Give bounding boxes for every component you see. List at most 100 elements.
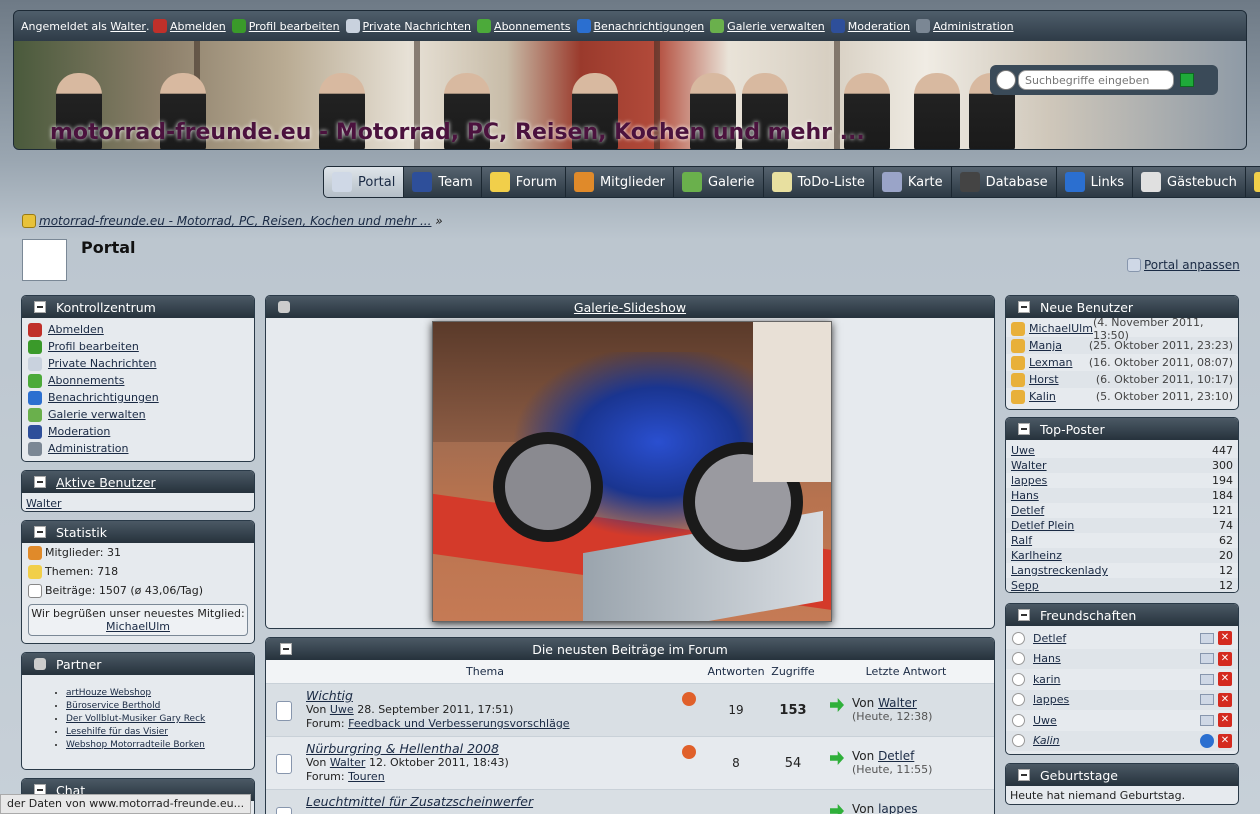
nav-tab-g-stebuch[interactable]: Gästebuch (1133, 167, 1246, 197)
delete-icon[interactable]: ✕ (1218, 713, 1232, 728)
minimize-icon[interactable] (280, 643, 292, 655)
slideshow-image[interactable] (432, 321, 832, 622)
search-icon[interactable] (996, 70, 1016, 90)
top-poster-link[interactable]: Ralf (1011, 534, 1032, 547)
nav-tab-forum[interactable]: Forum (482, 167, 566, 197)
nav-tab-karte[interactable]: Karte (874, 167, 952, 197)
top-poster-link[interactable]: Hans (1011, 489, 1039, 502)
control-center-link[interactable]: Galerie verwalten (48, 408, 146, 421)
envelope-icon[interactable] (1200, 694, 1214, 706)
user-bar-link[interactable]: Abmelden (170, 20, 226, 33)
partner-link[interactable]: Der Vollblut-Musiker Gary Reck (66, 714, 205, 724)
nav-tab-links[interactable]: Links (1057, 167, 1134, 197)
topic-forum-link[interactable]: Touren (348, 770, 385, 783)
top-poster-link[interactable]: Detlef Plein (1011, 519, 1074, 532)
delete-icon[interactable]: ✕ (1218, 733, 1232, 748)
topic-title-link[interactable]: Leuchtmittel für Zusatzscheinwerfer (306, 795, 533, 809)
nav-tab-portal[interactable]: Portal (324, 167, 405, 197)
delete-icon[interactable]: ✕ (1218, 672, 1232, 687)
minimize-icon[interactable] (1018, 301, 1030, 313)
status-radio-icon[interactable] (1012, 631, 1025, 645)
topic-title-link[interactable]: Wichtig (306, 689, 570, 703)
control-center-link[interactable]: Administration (48, 442, 129, 455)
minimize-icon[interactable] (1018, 769, 1030, 781)
new-user-link[interactable]: Lexman (1029, 356, 1072, 369)
top-poster-link[interactable]: Karlheinz (1011, 549, 1062, 562)
last-reply-user-link[interactable]: lappes (878, 802, 918, 814)
help-icon[interactable] (1200, 733, 1214, 748)
status-radio-icon[interactable] (1012, 713, 1025, 727)
control-center-link[interactable]: Private Nachrichten (48, 357, 157, 370)
friend-link[interactable]: Hans (1033, 652, 1061, 665)
nav-tab-todo-liste[interactable]: ToDo-Liste (764, 167, 874, 197)
user-bar-link[interactable]: Benachrichtigungen (594, 20, 705, 33)
new-user-link[interactable]: Kalin (1029, 390, 1056, 403)
nav-tab-team[interactable]: Team (404, 167, 482, 197)
status-radio-icon[interactable] (1012, 652, 1025, 666)
minimize-icon[interactable] (1018, 609, 1030, 621)
envelope-icon[interactable] (1200, 714, 1214, 726)
partner-link[interactable]: Lesehilfe für das Visier (66, 727, 168, 737)
partner-link[interactable]: Webshop Motorradteile Borken (66, 740, 205, 750)
slideshow-title-link[interactable]: Galerie-Slideshow (574, 300, 686, 315)
nav-tab-chat[interactable]: Chat (1246, 167, 1260, 197)
top-poster-link[interactable]: Detlef (1011, 504, 1044, 517)
control-center-link[interactable]: Abmelden (48, 323, 104, 336)
delete-icon[interactable]: ✕ (1218, 651, 1232, 666)
envelope-icon[interactable] (1200, 653, 1214, 665)
user-bar-link[interactable]: Moderation (848, 20, 910, 33)
partner-link[interactable]: Büroservice Berthold (66, 701, 160, 711)
friend-link[interactable]: Kalin (1033, 734, 1060, 747)
control-center-link[interactable]: Abonnements (48, 374, 124, 387)
current-user-link[interactable]: Walter (110, 20, 146, 33)
nav-tab-mitglieder[interactable]: Mitglieder (566, 167, 674, 197)
user-bar-link[interactable]: Profil bearbeiten (249, 20, 340, 33)
user-bar-link[interactable]: Abonnements (494, 20, 570, 33)
topic-author-link[interactable]: Walter (330, 756, 366, 769)
minimize-icon[interactable] (34, 526, 46, 538)
new-user-link[interactable]: MichaelUlm (1029, 322, 1093, 335)
search-submit-icon[interactable] (1180, 73, 1194, 87)
friend-link[interactable]: karin (1033, 673, 1060, 686)
friend-link[interactable]: Uwe (1033, 714, 1057, 727)
arrow-right-icon[interactable] (830, 804, 844, 814)
arrow-right-icon[interactable] (830, 698, 844, 712)
arrow-right-icon[interactable] (830, 751, 844, 765)
topic-title-link[interactable]: Nürburgring & Hellenthal 2008 (306, 742, 509, 756)
user-bar-link[interactable]: Galerie verwalten (727, 20, 825, 33)
delete-icon[interactable]: ✕ (1218, 631, 1232, 646)
new-user-link[interactable]: Manja (1029, 339, 1062, 352)
top-poster-link[interactable]: lappes (1011, 474, 1047, 487)
control-center-link[interactable]: Benachrichtigungen (48, 391, 159, 404)
nav-tab-database[interactable]: Database (952, 167, 1057, 197)
topic-forum-link[interactable]: Feedback und Verbesserungsvorschläge (348, 717, 569, 730)
status-radio-icon[interactable] (1012, 693, 1025, 707)
newest-member-link[interactable]: MichaelUlm (106, 620, 170, 633)
top-poster-link[interactable]: Langstreckenlady (1011, 564, 1108, 577)
customize-portal-link[interactable]: Portal anpassen (1144, 258, 1240, 272)
envelope-icon[interactable] (1200, 673, 1214, 685)
status-radio-icon[interactable] (1012, 734, 1025, 748)
friend-link[interactable]: Detlef (1033, 632, 1066, 645)
control-center-link[interactable]: Profil bearbeiten (48, 340, 139, 353)
search-input[interactable] (1018, 70, 1174, 90)
minimize-icon[interactable] (34, 476, 46, 488)
breadcrumb-home-link[interactable]: motorrad-freunde.eu - Motorrad, PC, Reis… (39, 214, 431, 228)
partner-link[interactable]: artHouze Webshop (66, 688, 151, 698)
top-poster-link[interactable]: Sepp (1011, 579, 1039, 592)
last-reply-user-link[interactable]: Detlef (878, 749, 914, 763)
minimize-icon[interactable] (1018, 423, 1030, 435)
last-reply-user-link[interactable]: Walter (878, 696, 917, 710)
new-user-link[interactable]: Horst (1029, 373, 1059, 386)
minimize-icon[interactable] (34, 301, 46, 313)
friend-link[interactable]: lappes (1033, 693, 1069, 706)
active-user-link[interactable]: Walter (26, 497, 62, 510)
nav-tab-galerie[interactable]: Galerie (674, 167, 764, 197)
status-radio-icon[interactable] (1012, 672, 1025, 686)
top-poster-link[interactable]: Walter (1011, 459, 1047, 472)
top-poster-link[interactable]: Uwe (1011, 444, 1035, 457)
control-center-link[interactable]: Moderation (48, 425, 110, 438)
user-bar-link[interactable]: Administration (933, 20, 1014, 33)
envelope-icon[interactable] (1200, 632, 1214, 644)
user-bar-link[interactable]: Private Nachrichten (363, 20, 472, 33)
